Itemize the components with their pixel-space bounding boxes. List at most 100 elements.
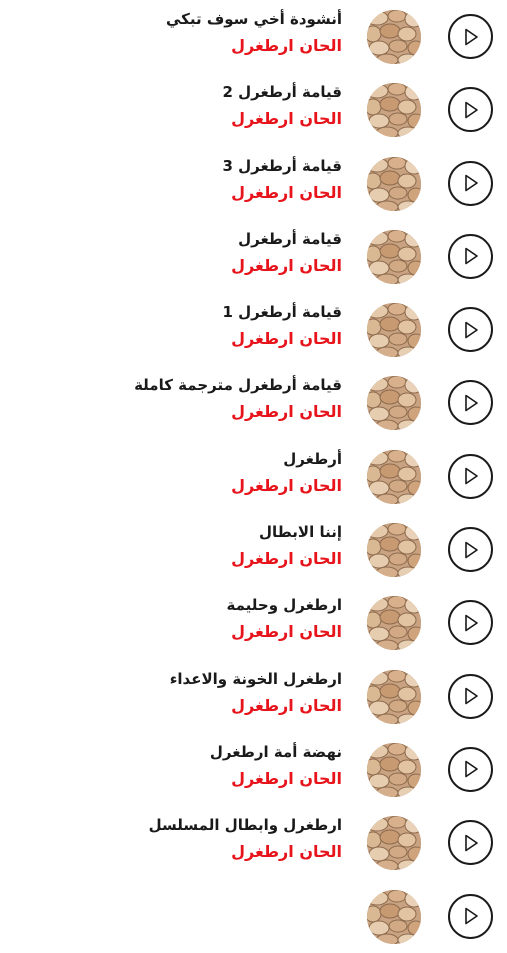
track-artist: الحان ارطغرل [231, 622, 342, 642]
track-thumbnail [367, 10, 421, 64]
track-title: ارطغرل وابطال المسلسل [148, 816, 342, 835]
track-thumbnail [367, 669, 421, 724]
track-thumbnail [367, 303, 421, 358]
play-icon [464, 174, 478, 192]
track-thumbnail [367, 889, 421, 944]
play-button[interactable] [448, 307, 493, 353]
stone-wall-icon [367, 596, 421, 651]
play-button[interactable] [448, 87, 493, 133]
play-icon [464, 541, 478, 558]
play-button[interactable] [448, 233, 493, 279]
stone-wall-icon [367, 303, 421, 358]
track-title: قيامة أرطغرل 1 [222, 303, 342, 322]
stone-wall-icon [367, 742, 421, 797]
track-text: قيامة أرطغرل مترجمة كاملة الحان ارطغرل [134, 372, 342, 426]
track-artist: الحان ارطغرل [231, 695, 342, 715]
play-icon [464, 248, 478, 265]
track-thumbnail [367, 156, 421, 211]
track-thumbnail [367, 449, 421, 504]
track-row-3[interactable]: قيامة أرطغرل 3 الحان ارطغرل [0, 147, 507, 220]
stone-wall-icon [367, 523, 421, 578]
play-button[interactable] [448, 820, 493, 866]
play-button[interactable] [448, 453, 493, 499]
track-list: أنشودة أخي سوف تبكي الحان ارطغرل قيامة أ… [0, 0, 507, 953]
stone-wall-icon [367, 10, 421, 64]
track-title: قيامة أرطغرل 3 [222, 156, 342, 175]
play-button[interactable] [448, 380, 493, 426]
play-icon [464, 687, 478, 705]
track-text: قيامة أرطغرل الحان ارطغرل [231, 226, 342, 280]
stone-wall-icon [367, 229, 421, 284]
stone-wall-icon [367, 449, 421, 504]
track-artist: الحان ارطغرل [231, 402, 342, 422]
play-button[interactable] [448, 746, 493, 792]
play-icon [464, 394, 478, 412]
track-title: قيامة أرطغرل 2 [222, 83, 342, 102]
play-icon [464, 28, 478, 45]
play-button[interactable] [448, 600, 493, 646]
track-text: ارطغرل وحليمة الحان ارطغرل [227, 592, 342, 646]
track-thumbnail [367, 742, 421, 797]
track-row-12[interactable]: ارطغرل وابطال المسلسل الحان ارطغرل [0, 806, 507, 879]
track-row-5[interactable]: قيامة أرطغرل 1 الحان ارطغرل [0, 293, 507, 366]
play-button[interactable] [448, 893, 493, 939]
track-title: إننا الابطال [259, 523, 342, 542]
track-artist: الحان ارطغرل [231, 475, 342, 495]
track-title: أرطغرل [283, 449, 342, 468]
play-icon [464, 101, 478, 119]
play-button[interactable] [448, 14, 493, 59]
track-thumbnail [367, 523, 421, 578]
track-title: ارطغرل الخونة والاعداء [169, 669, 342, 688]
track-row-7[interactable]: أرطغرل الحان ارطغرل [0, 440, 507, 513]
track-title: ارطغرل وحليمة [226, 596, 342, 615]
track-row-9[interactable]: ارطغرل وحليمة الحان ارطغرل [0, 586, 507, 659]
track-artist: الحان ارطغرل [231, 842, 342, 862]
play-button[interactable] [448, 160, 493, 206]
track-artist: الحان ارطغرل [231, 329, 342, 349]
track-text: نهضة أمة ارطغرل الحان ارطغرل [210, 739, 342, 793]
track-row-6[interactable]: قيامة أرطغرل مترجمة كاملة الحان ارطغرل [0, 366, 507, 439]
track-text: قيامة أرطغرل 1 الحان ارطغرل [222, 299, 342, 353]
track-text: إننا الابطال الحان ارطغرل [231, 519, 342, 573]
track-text: أنشودة أخي سوف تبكي الحان ارطغرل [166, 6, 342, 60]
stone-wall-icon [367, 889, 421, 944]
track-thumbnail [367, 83, 421, 138]
play-icon [464, 834, 478, 852]
track-artist: الحان ارطغرل [231, 768, 342, 788]
track-row-8[interactable]: إننا الابطال الحان ارطغرل [0, 513, 507, 586]
track-text: قيامة أرطغرل 2 الحان ارطغرل [222, 79, 342, 133]
track-artist: الحان ارطغرل [231, 182, 342, 202]
track-title: أنشودة أخي سوف تبكي [165, 10, 342, 28]
track-text: قيامة أرطغرل 3 الحان ارطغرل [222, 153, 342, 207]
track-thumbnail [367, 229, 421, 284]
play-button[interactable] [448, 673, 493, 719]
stone-wall-icon [367, 669, 421, 724]
stone-wall-icon [367, 816, 421, 871]
track-row-10[interactable]: ارطغرل الخونة والاعداء الحان ارطغرل [0, 660, 507, 733]
track-title: قيامة أرطغرل مترجمة كاملة [134, 376, 342, 395]
play-icon [464, 761, 478, 778]
track-title: نهضة أمة ارطغرل [209, 742, 342, 761]
track-thumbnail [367, 376, 421, 431]
track-thumbnail [367, 816, 421, 871]
track-artist: الحان ارطغرل [231, 255, 342, 275]
track-thumbnail [367, 596, 421, 651]
track-row-13[interactable] [0, 880, 507, 953]
track-title: قيامة أرطغرل [238, 229, 342, 248]
play-icon [464, 467, 478, 485]
track-text: ارطغرل وابطال المسلسل الحان ارطغرل [149, 812, 342, 866]
play-button[interactable] [448, 527, 493, 573]
track-row-2[interactable]: قيامة أرطغرل 2 الحان ارطغرل [0, 73, 507, 146]
track-artist: الحان ارطغرل [231, 36, 342, 55]
track-row-1[interactable]: أنشودة أخي سوف تبكي الحان ارطغرل [0, 0, 507, 73]
play-icon [464, 321, 478, 338]
stone-wall-icon [367, 156, 421, 211]
track-text: أرطغرل الحان ارطغرل [231, 446, 342, 500]
track-row-4[interactable]: قيامة أرطغرل الحان ارطغرل [0, 220, 507, 293]
track-text: ارطغرل الخونة والاعداء الحان ارطغرل [170, 666, 342, 720]
stone-wall-icon [367, 376, 421, 431]
play-icon [464, 614, 478, 632]
stone-wall-icon [367, 83, 421, 138]
track-row-11[interactable]: نهضة أمة ارطغرل الحان ارطغرل [0, 733, 507, 806]
track-artist: الحان ارطغرل [231, 109, 342, 129]
